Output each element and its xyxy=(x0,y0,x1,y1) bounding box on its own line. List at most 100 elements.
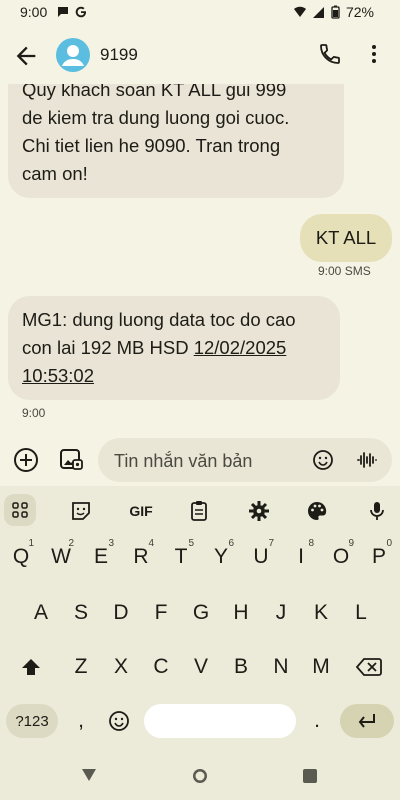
key-label: I xyxy=(298,545,304,568)
key-d[interactable]: D xyxy=(102,590,140,636)
nav-back-icon[interactable] xyxy=(80,766,98,784)
navigation-bar xyxy=(0,748,400,800)
battery-percent: 72% xyxy=(345,4,374,20)
key-label: O xyxy=(332,545,350,568)
key-w[interactable]: W2 xyxy=(42,534,80,580)
person-icon xyxy=(62,45,84,66)
key-hint: 7 xyxy=(268,538,274,549)
message-line: 10:53:02 xyxy=(22,362,326,390)
key-hint: 0 xyxy=(386,538,392,549)
key-r[interactable]: R4 xyxy=(122,534,160,580)
key-y[interactable]: Y6 xyxy=(202,534,240,580)
time-link[interactable]: 10:53:02 xyxy=(22,365,94,386)
message-text: con lai 192 MB HSD xyxy=(22,337,194,358)
message-bubble-outgoing[interactable]: KT ALL xyxy=(300,214,392,262)
palette-icon[interactable] xyxy=(304,498,330,524)
back-arrow-icon[interactable] xyxy=(12,42,40,70)
symbols-key[interactable]: ?123 xyxy=(6,704,58,738)
enter-key[interactable] xyxy=(340,704,394,738)
nav-recents-icon[interactable] xyxy=(302,768,318,784)
message-line: cam on! xyxy=(22,163,88,184)
key-hint: 3 xyxy=(108,538,114,549)
backspace-icon xyxy=(356,658,382,676)
keyboard-toolbar: GIF xyxy=(0,486,400,534)
key-h[interactable]: H xyxy=(222,590,260,636)
nav-home-icon[interactable] xyxy=(190,766,210,786)
key-z[interactable]: Z xyxy=(62,644,100,690)
key-label: R xyxy=(133,545,149,568)
key-label: E xyxy=(93,545,108,568)
shift-icon xyxy=(22,659,40,675)
shift-key[interactable] xyxy=(12,644,50,690)
key-o[interactable]: O9 xyxy=(322,534,360,580)
mic-icon[interactable] xyxy=(364,498,390,524)
message-line: Quy khach soan KT ALL gui 999 xyxy=(22,84,287,100)
key-label: Q xyxy=(12,545,30,568)
gif-button[interactable]: GIF xyxy=(124,498,158,524)
enter-icon xyxy=(358,714,375,728)
message-line: de kiem tra dung luong goi cuoc. xyxy=(22,107,290,128)
status-notification-icons xyxy=(56,5,88,19)
key-t[interactable]: T5 xyxy=(162,534,200,580)
key-hint: 1 xyxy=(28,538,34,549)
voice-waveform-icon[interactable] xyxy=(356,449,378,471)
contact-name[interactable]: 9199 xyxy=(100,45,138,65)
chat-bubble-icon xyxy=(58,7,68,17)
key-k[interactable]: K xyxy=(302,590,340,636)
emoji-key[interactable] xyxy=(100,698,138,744)
more-vert-icon[interactable] xyxy=(364,42,384,66)
date-link[interactable]: 12/02/2025 xyxy=(194,337,287,358)
period-key[interactable]: . xyxy=(298,698,336,744)
battery-icon xyxy=(331,5,340,19)
key-label: Y xyxy=(213,545,228,568)
message-bubble-incoming[interactable]: Quy khach soan KT ALL gui 999 de kiem tr… xyxy=(8,84,344,198)
space-key[interactable] xyxy=(144,704,296,738)
backspace-key[interactable] xyxy=(350,644,388,690)
comma-key[interactable]: , xyxy=(62,698,100,744)
key-c[interactable]: C xyxy=(142,644,180,690)
key-i[interactable]: I8 xyxy=(282,534,320,580)
key-b[interactable]: B xyxy=(222,644,260,690)
message-input[interactable] xyxy=(112,438,296,484)
message-line: Chi tiet lien he 9090. Tran trong xyxy=(22,135,281,156)
add-attachment-icon[interactable] xyxy=(12,446,40,474)
key-hint: 8 xyxy=(308,538,314,549)
sticker-icon[interactable] xyxy=(68,498,94,524)
status-system-icons: 72% xyxy=(293,4,374,20)
conversation[interactable]: Quy khach soan KT ALL gui 999 de kiem tr… xyxy=(0,84,400,430)
avatar[interactable] xyxy=(56,38,90,72)
key-a[interactable]: A xyxy=(22,590,60,636)
key-j[interactable]: J xyxy=(262,590,300,636)
key-v[interactable]: V xyxy=(182,644,220,690)
key-hint: 5 xyxy=(188,538,194,549)
key-m[interactable]: M xyxy=(302,644,340,690)
grid-icon[interactable] xyxy=(4,494,36,526)
key-e[interactable]: E3 xyxy=(82,534,120,580)
message-timestamp: 9:00 xyxy=(22,406,46,420)
key-s[interactable]: S xyxy=(62,590,100,636)
keyboard: GIF Q1 W2 E3 R4 T5 Y6 U7 I8 O9 P0 A S D … xyxy=(0,486,400,748)
gear-icon[interactable] xyxy=(246,498,272,524)
key-f[interactable]: F xyxy=(142,590,180,636)
emoji-icon[interactable] xyxy=(312,449,334,471)
emoji-icon xyxy=(109,711,129,731)
key-u[interactable]: U7 xyxy=(242,534,280,580)
key-q[interactable]: Q1 xyxy=(2,534,40,580)
key-l[interactable]: L xyxy=(342,590,380,636)
compose-bar xyxy=(0,434,400,486)
key-p[interactable]: P0 xyxy=(360,534,398,580)
gallery-icon[interactable] xyxy=(58,446,84,472)
signal-icon xyxy=(312,7,324,18)
message-line: con lai 192 MB HSD 12/02/2025 xyxy=(22,334,326,362)
message-bubble-incoming[interactable]: MG1: dung luong data toc do cao con lai … xyxy=(8,296,340,400)
key-label: P xyxy=(371,545,386,568)
phone-call-icon[interactable] xyxy=(318,42,342,66)
status-time: 9:00 xyxy=(20,4,48,20)
wifi-icon xyxy=(293,6,306,17)
key-x[interactable]: X xyxy=(102,644,140,690)
key-g[interactable]: G xyxy=(182,590,220,636)
message-input-container[interactable] xyxy=(98,438,392,484)
clipboard-icon[interactable] xyxy=(186,498,212,524)
status-bar: 9:00 72% xyxy=(0,0,400,26)
key-n[interactable]: N xyxy=(262,644,300,690)
